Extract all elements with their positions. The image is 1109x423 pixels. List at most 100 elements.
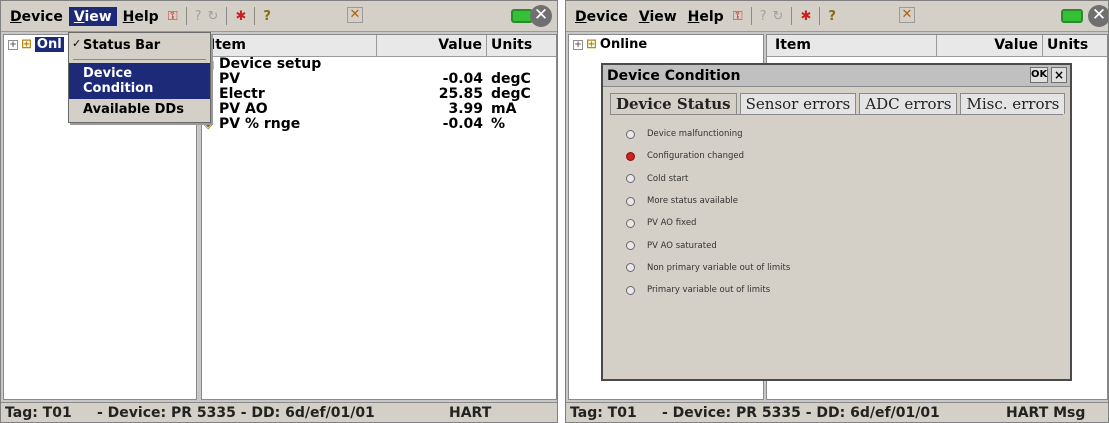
tab-sensor-errors[interactable]: Sensor errors — [739, 93, 857, 114]
item-label: Device setup — [219, 56, 322, 72]
item-grid: Item Value Units ▣Device setup◈PV -0.04 de… — [201, 34, 557, 400]
table-row[interactable]: ◈ PV % rnge -0.04% — [202, 117, 556, 132]
col-item[interactable]: Item — [767, 35, 937, 56]
toolbar-separator — [185, 7, 187, 25]
condition-label: Primary variable out of limits — [647, 285, 771, 296]
help-cursor-icon[interactable]: ? — [195, 9, 202, 24]
view-menu-dropdown: ✓ Status Bar Device Condition Available … — [68, 32, 211, 123]
cell-value: 25.85 — [438, 86, 483, 102]
toolbar-separator — [226, 7, 228, 25]
tree-item-label: Online — [599, 37, 648, 52]
menu-device[interactable]: Device — [570, 7, 633, 26]
table-row[interactable]: ◈Electr 25.85 degC — [202, 87, 556, 102]
condition-label: Non primary variable out of limits — [647, 262, 791, 273]
item-label: Electr — [219, 86, 265, 102]
close-icon[interactable]: ✕ — [1088, 5, 1108, 27]
dialog-title: Device Condition — [607, 67, 741, 84]
menubar: Device View Help ⚿ ? ↻ ✱ ? — [566, 1, 1108, 32]
left-screen: Device View Help ⚿ ? ↻ ✱ ? ✕ ✕ + ⊞ Onl I… — [0, 0, 558, 423]
close-button[interactable]: × — [1051, 67, 1067, 83]
col-value[interactable]: Value — [377, 35, 487, 56]
cell-units: degC — [491, 86, 531, 102]
menu-item-status-bar[interactable]: ✓ Status Bar — [69, 35, 210, 56]
battery-icon — [1061, 9, 1083, 23]
status-condition-row: More status available — [610, 190, 1063, 212]
tab-adc-errors[interactable]: ADC errors — [859, 93, 958, 114]
status-led-icon — [626, 285, 635, 295]
col-units[interactable]: Units — [1043, 35, 1107, 56]
menu-view[interactable]: View — [634, 7, 682, 26]
status-led-icon — [626, 196, 635, 206]
check-icon: ✓ — [72, 37, 82, 50]
menu-view[interactable]: View — [68, 6, 117, 26]
device-condition-dialog: Device Condition OK × Device Status Sens… — [601, 63, 1072, 381]
tab-device-status[interactable]: Device Status — [610, 93, 737, 114]
device-icon: ⊞ — [586, 37, 597, 52]
item-label: PV % rnge — [219, 116, 301, 132]
menu-item-label: Status Bar — [83, 38, 161, 53]
settings-icon[interactable]: ✱ — [235, 9, 246, 24]
status-condition-row: Configuration changed — [610, 145, 1063, 167]
cell-units: % — [491, 116, 506, 132]
settings-icon[interactable]: ✱ — [800, 9, 811, 24]
tree-item-label: Onl — [34, 37, 64, 52]
refresh-icon[interactable]: ↻ — [773, 9, 784, 24]
help-cursor-icon[interactable]: ? — [760, 9, 767, 24]
col-item[interactable]: Item — [202, 35, 377, 56]
close-icon[interactable]: ✕ — [530, 5, 552, 27]
status-condition-row: Non primary variable out of limits — [610, 257, 1063, 279]
condition-label: Configuration changed — [647, 151, 745, 162]
status-led-icon — [626, 151, 635, 161]
status-device: - Device: PR 5335 - DD: 6d/ef/01/01 — [97, 404, 375, 421]
grid-header: Item Value Units — [202, 35, 556, 57]
item-label: PV AO — [219, 101, 268, 117]
cell-units: degC — [491, 71, 531, 87]
question-icon[interactable]: ? — [828, 9, 836, 24]
tree-item-online[interactable]: + ⊞ Online — [569, 35, 763, 54]
tab-misc-errors[interactable]: Misc. errors — [960, 93, 1066, 114]
condition-label: Cold start — [647, 173, 689, 184]
menu-device[interactable]: Device — [5, 7, 68, 26]
cell-value: -0.04 — [442, 116, 483, 132]
toolbar-separator — [819, 7, 821, 25]
table-row[interactable]: ◈PV -0.04 degC — [202, 72, 556, 87]
device-lock-icon[interactable]: ⚿ — [168, 9, 178, 24]
cell-item: ◈ PV % rnge — [202, 117, 377, 132]
device-lock-icon[interactable]: ⚿ — [733, 9, 743, 24]
menu-item-device-condition[interactable]: Device Condition — [69, 63, 210, 99]
col-value[interactable]: Value — [937, 35, 1043, 56]
condition-label: More status available — [647, 196, 738, 207]
question-icon[interactable]: ? — [263, 9, 271, 24]
table-row[interactable]: ◈PV AO 3.99 mA — [202, 102, 556, 117]
expand-icon[interactable]: + — [8, 39, 18, 50]
cell-value: 3.99 — [448, 101, 483, 117]
device-icon: ⊞ — [21, 37, 32, 52]
refresh-icon[interactable]: ↻ — [208, 9, 219, 24]
status-led-icon — [626, 174, 635, 184]
move-icon[interactable]: ✕ — [899, 7, 915, 23]
status-condition-row: PV AO saturated — [610, 234, 1063, 256]
menu-separator — [73, 59, 206, 60]
cell-item: ▣Device setup — [202, 57, 377, 72]
grid-rows: ▣Device setup◈PV -0.04 degC ◈Electr 25.85 deg… — [202, 57, 556, 132]
toolbar-separator — [791, 7, 793, 25]
cell-value — [377, 57, 487, 72]
cell-item: ◈PV — [202, 72, 377, 87]
condition-label: PV AO fixed — [647, 218, 697, 229]
table-row[interactable]: ▣Device setup — [202, 57, 556, 72]
status-protocol: HART Msg — [1006, 404, 1086, 421]
ok-button[interactable]: OK — [1030, 67, 1048, 83]
menu-help[interactable]: Help — [683, 7, 729, 26]
dialog-title-bar: Device Condition OK × — [603, 65, 1070, 87]
move-icon[interactable]: ✕ — [347, 7, 363, 23]
cell-item: ◈Electr — [202, 87, 377, 102]
cell-item: ◈PV AO — [202, 102, 377, 117]
menu-item-available-dds[interactable]: Available DDs — [69, 99, 210, 120]
expand-icon[interactable]: + — [573, 39, 583, 50]
grid-header: Item Value Units — [767, 35, 1107, 57]
col-units[interactable]: Units — [487, 35, 556, 56]
menu-help[interactable]: Help — [118, 7, 164, 26]
condition-label: Device malfunctioning — [647, 129, 743, 140]
status-tag: Tag: T01 — [5, 404, 72, 421]
right-screen: Device View Help ⚿ ? ↻ ✱ ? ✕ ✕ + ⊞ Onlin… — [565, 0, 1109, 423]
